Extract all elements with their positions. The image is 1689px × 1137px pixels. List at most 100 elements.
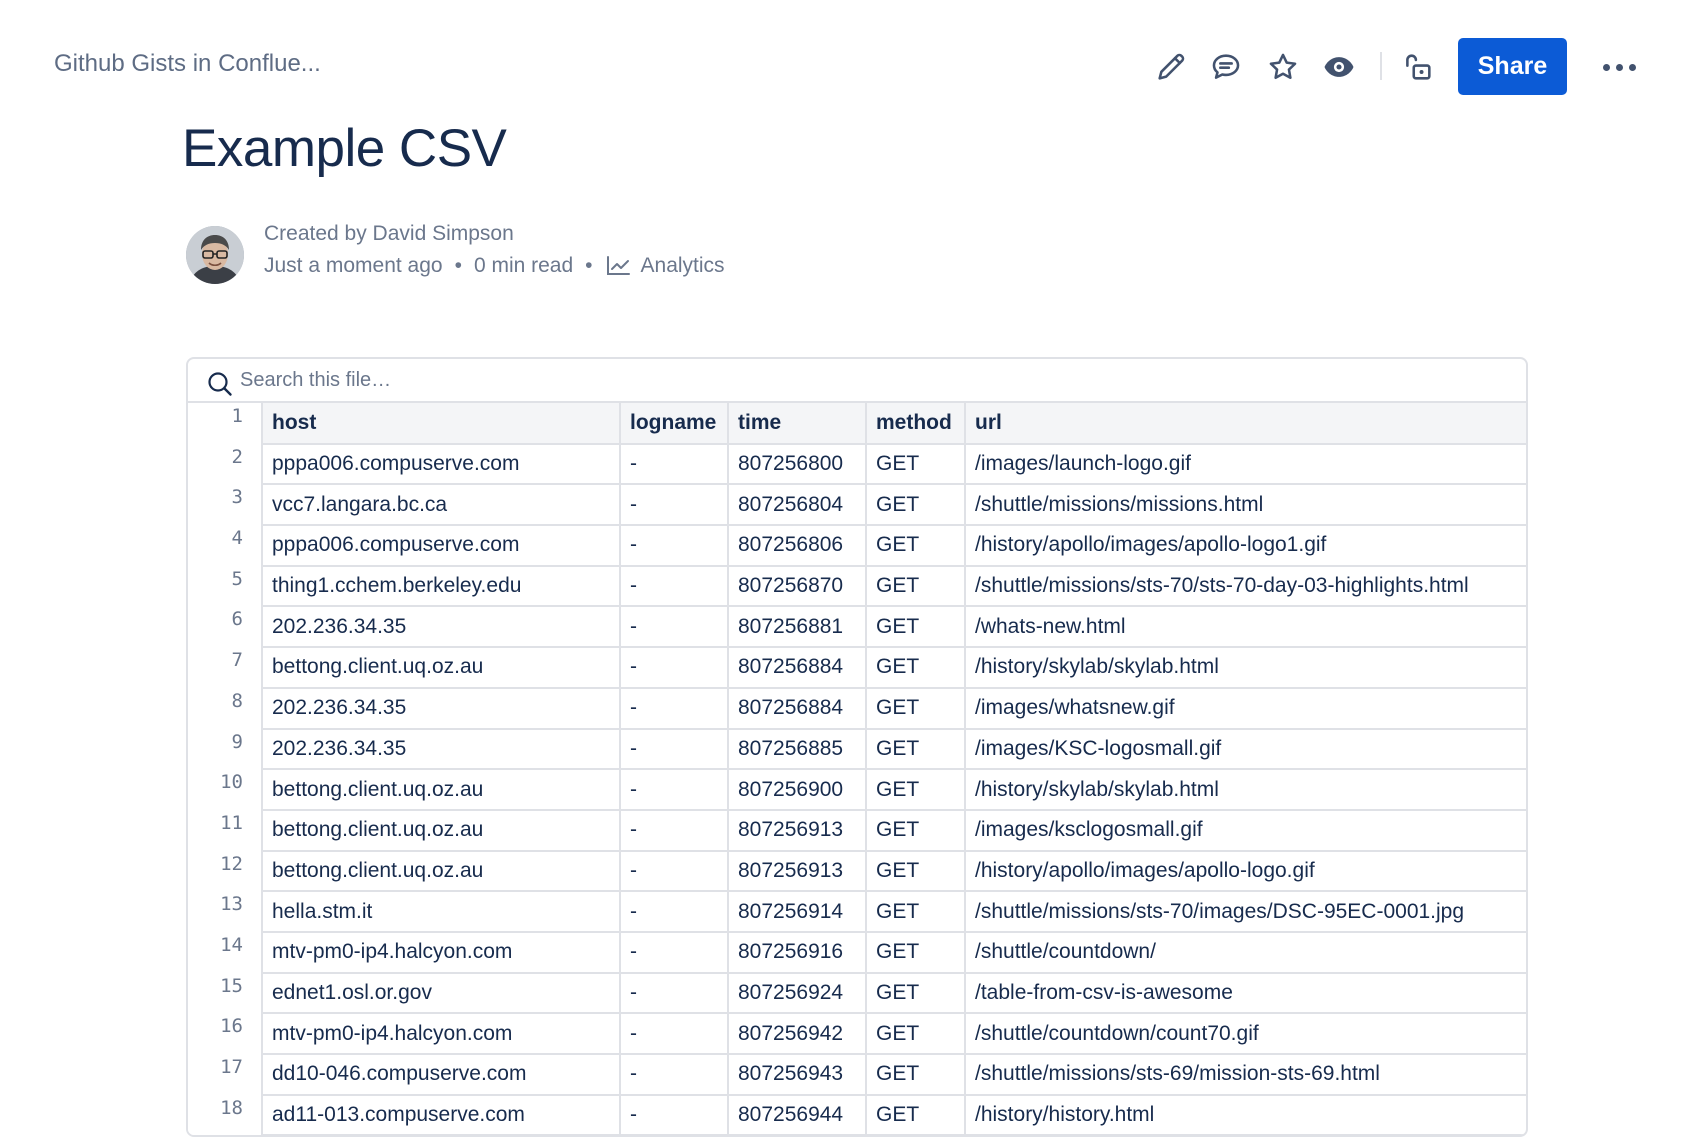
table-cell: bettong.client.uq.oz.au [261, 768, 621, 811]
line-number: 12 [188, 850, 263, 892]
column-header: host [261, 403, 621, 445]
line-number: 4 [188, 525, 263, 566]
csv-table: 1 host logname time method url 2 pppa006.compus… [188, 403, 1526, 1135]
created-by: Created by David Simpson [264, 222, 514, 245]
table-cell: GET [865, 1093, 966, 1135]
table-row: 7 bettong.client.uq.oz.au -807256884 GET/hi… [188, 646, 1526, 689]
table-row: 17 dd10-046.compuserve.com -807256943 GET/s… [188, 1053, 1526, 1096]
separator-dot: • [585, 254, 593, 277]
search-input[interactable] [238, 364, 938, 396]
table-cell: 807256913 [727, 849, 867, 893]
page-title: Example CSV [182, 119, 507, 178]
table-row: 18 ad11-013.compuserve.com -807256944 GET/h… [188, 1093, 1526, 1135]
column-header: url [964, 403, 1526, 445]
unlock-icon[interactable] [1396, 45, 1440, 89]
table-cell: /history/skylab/skylab.html [964, 768, 1526, 811]
table-cell: - [619, 849, 729, 893]
search-icon [208, 372, 232, 396]
table-row: 15 ednet1.osl.or.gov -807256924 GET/table-f… [188, 971, 1526, 1015]
table-cell: - [619, 686, 729, 730]
eye-icon[interactable] [1317, 45, 1361, 89]
table-cell: GET [865, 890, 966, 933]
table-cell: GET [865, 442, 966, 486]
table-cell: bettong.client.uq.oz.au [261, 646, 621, 689]
table-row: 13 hella.stm.it -807256914 GET/shuttle/miss… [188, 890, 1526, 933]
table-cell: 202.236.34.35 [261, 727, 621, 771]
table-row: 4 pppa006.compuserve.com -807256806 GET/his… [188, 524, 1526, 567]
table-cell: GET [865, 971, 966, 1015]
table-row: 14 mtv-pm0-ip4.halcyon.com -807256916 GET/s… [188, 930, 1526, 974]
table-row: 11 bettong.client.uq.oz.au -807256913 GET/i… [188, 808, 1526, 852]
table-row: 9 202.236.34.35-807256885 GET/images/KSC-l… [188, 727, 1526, 771]
table-cell: 807256900 [727, 768, 867, 811]
line-number: 11 [188, 809, 263, 851]
table-cell: 807256806 [727, 524, 867, 567]
table-cell: hella.stm.it [261, 890, 621, 933]
table-cell: GET [865, 605, 966, 649]
table-cell: - [619, 442, 729, 486]
table-cell: /images/launch-logo.gif [964, 442, 1526, 486]
file-search-bar [188, 359, 1526, 403]
table-cell: 807256800 [727, 442, 867, 486]
table-cell: /shuttle/missions/sts-70/images/DSC-95EC… [964, 890, 1526, 933]
column-header: method [865, 403, 966, 445]
table-cell: 807256943 [727, 1053, 867, 1096]
table-cell: - [619, 1093, 729, 1135]
table-cell: /shuttle/countdown/count70.gif [964, 1012, 1526, 1055]
star-icon[interactable] [1261, 45, 1305, 89]
more-icon[interactable] [1595, 45, 1643, 89]
table-row: 12 bettong.client.uq.oz.au -807256913 GET/h… [188, 849, 1526, 893]
csv-table-container: 1 host logname time method url 2 pppa006.compus… [188, 403, 1526, 1135]
line-number: 7 [188, 647, 263, 688]
table-cell: ad11-013.compuserve.com [261, 1093, 621, 1135]
line-number: 16 [188, 1013, 263, 1054]
column-header: time [727, 403, 867, 445]
line-number: 15 [188, 972, 263, 1014]
avatar[interactable] [186, 226, 244, 284]
table-cell: - [619, 524, 729, 567]
table-cell: GET [865, 1012, 966, 1055]
table-cell: GET [865, 1053, 966, 1096]
csv-file-viewer: 1hostlognametimemethodurl2pppa006.compus… [186, 357, 1528, 1137]
table-row: 5 thing1.cchem.berkeley.edu -807256870 GET /… [188, 564, 1526, 608]
table-cell: /whats-new.html [964, 605, 1526, 649]
top-bar: Github Gists in Conflue... Share [0, 0, 1689, 134]
table-cell: ednet1.osl.or.gov [261, 971, 621, 1015]
table-cell: mtv-pm0-ip4.halcyon.com [261, 1012, 621, 1055]
comment-icon[interactable] [1204, 45, 1248, 89]
pencil-icon[interactable] [1149, 45, 1193, 89]
separator-dot: • [454, 254, 462, 277]
table-cell: pppa006.compuserve.com [261, 524, 621, 567]
line-number: 5 [188, 565, 263, 607]
table-cell: GET [865, 849, 966, 893]
table-row: 16 mtv-pm0-ip4.halcyon.com -807256942 GET/s… [188, 1012, 1526, 1055]
analytics-icon [606, 256, 630, 275]
table-cell: pppa006.compuserve.com [261, 442, 621, 486]
table-cell: 807256884 [727, 686, 867, 730]
breadcrumb[interactable]: Github Gists in Conflue... [54, 50, 321, 78]
line-number: 17 [188, 1054, 263, 1095]
line-number: 6 [188, 606, 263, 648]
table-cell: - [619, 768, 729, 811]
table-cell: thing1.cchem.berkeley.edu [261, 564, 621, 608]
table-cell: /history/apollo/images/apollo-logo1.gif [964, 524, 1526, 567]
table-cell: 807256924 [727, 971, 867, 1015]
table-cell: bettong.client.uq.oz.au [261, 808, 621, 852]
table-cell: - [619, 605, 729, 649]
line-number: 14 [188, 931, 263, 973]
share-button[interactable]: Share [1458, 38, 1567, 95]
table-cell: GET [865, 930, 966, 974]
table-cell: /shuttle/missions/sts-70/sts-70-day-03-h… [964, 564, 1526, 608]
line-number: 2 [188, 443, 263, 485]
table-cell: 807256881 [727, 605, 867, 649]
table-cell: 807256944 [727, 1093, 867, 1135]
table-cell: /images/ksclogosmall.gif [964, 808, 1526, 852]
table-cell: 807256870 [727, 564, 867, 608]
table-cell: /shuttle/countdown/ [964, 930, 1526, 974]
analytics-link[interactable]: Analytics [641, 254, 725, 278]
line-number: 10 [188, 769, 263, 810]
table-row: 8 202.236.34.35-807256884 GET/images/whats… [188, 686, 1526, 730]
table-cell: 202.236.34.35 [261, 686, 621, 730]
line-number: 18 [188, 1094, 263, 1135]
table-cell: GET [865, 808, 966, 852]
